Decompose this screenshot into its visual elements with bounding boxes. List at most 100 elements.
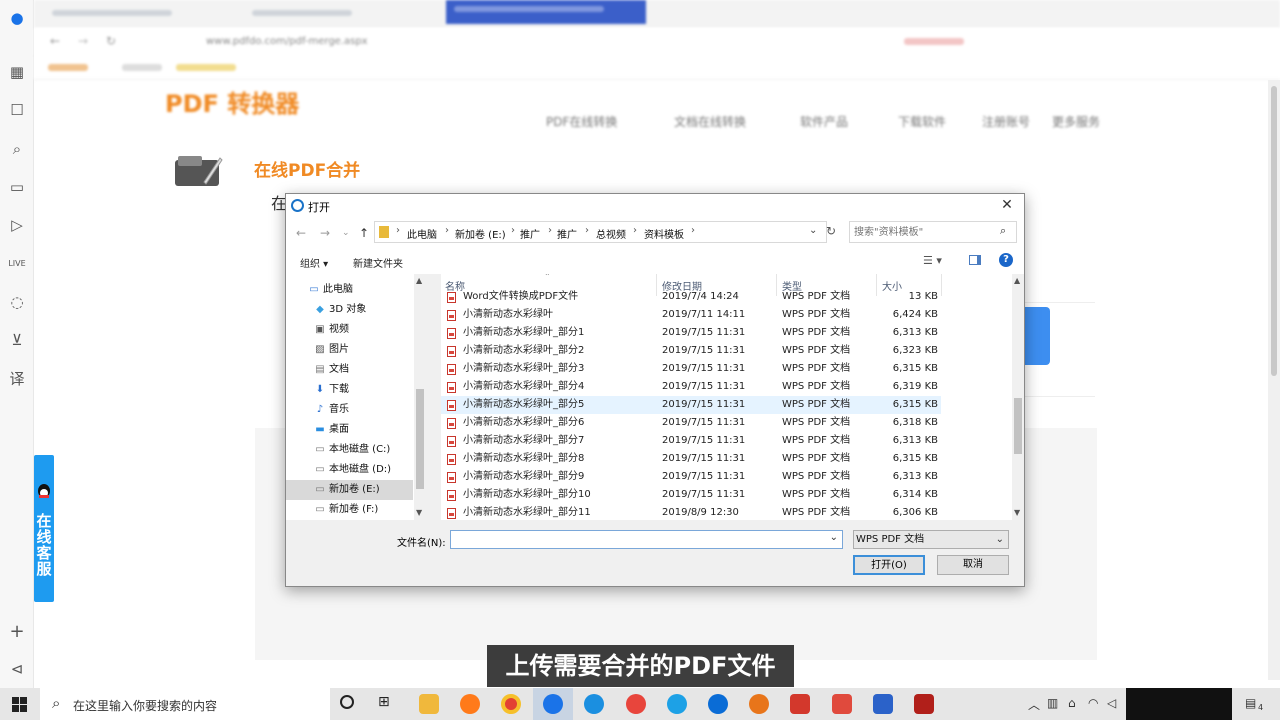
chat-icon[interactable]: ◌ — [7, 292, 27, 312]
file-list-scrollbar[interactable]: ▲ ▼ — [1012, 274, 1024, 520]
file-row[interactable]: 小清新动态水彩绿叶_部分6 2019/7/15 11:31 WPS PDF 文档 6,… — [441, 414, 941, 432]
file-row[interactable]: 小清新动态水彩绿叶_部分7 2019/7/15 11:31 WPS PDF 文档 6,… — [441, 432, 941, 450]
file-row[interactable]: 小清新动态水彩绿叶_部分9 2019/7/15 11:31 WPS PDF 文档 6,… — [441, 468, 941, 486]
app-icon[interactable] — [749, 694, 769, 714]
taskbar-search[interactable]: ⌕ 在这里输入你要搜索的内容 — [40, 688, 330, 720]
tree-item-drive-c[interactable]: ▭ 本地磁盘 (C:) — [286, 440, 413, 460]
add-icon[interactable]: + — [7, 622, 27, 642]
browser-app-icon[interactable] — [543, 694, 563, 714]
breadcrumb-item[interactable]: 资料模板 — [644, 226, 684, 241]
scroll-down-icon[interactable]: ▼ — [416, 508, 422, 517]
apps-icon[interactable]: ▦ — [7, 62, 27, 82]
filename-field[interactable]: ⌄ — [450, 530, 843, 549]
site-nav-item[interactable]: 注册账号 — [982, 113, 1030, 130]
wps-icon[interactable] — [790, 694, 810, 714]
video-play-icon[interactable]: ▷ — [7, 215, 27, 235]
tree-item-videos[interactable]: ▣ 视频 — [286, 320, 413, 340]
site-nav-item[interactable]: 下载软件 — [898, 113, 946, 130]
cart-icon[interactable]: ⊻ — [7, 330, 27, 350]
tree-item-downloads[interactable]: ⬇ 下载 — [286, 380, 413, 400]
cancel-button[interactable]: 取消 — [937, 555, 1009, 575]
edge-icon[interactable] — [708, 694, 728, 714]
tree-item-drive-d[interactable]: ▭ 本地磁盘 (D:) — [286, 460, 413, 480]
filename-input[interactable] — [451, 531, 821, 548]
file-row[interactable]: 小清新动态水彩绿叶_部分2 2019/7/15 11:31 WPS PDF 文档 6,… — [441, 342, 941, 360]
online-service-panel[interactable]: 在线客服 — [34, 455, 54, 602]
help-icon[interactable]: ? — [999, 253, 1013, 267]
tray-app-icon[interactable]: ▥ — [1047, 696, 1058, 710]
tree-item-documents[interactable]: ▤ 文档 — [286, 360, 413, 380]
refresh-icon[interactable]: ↻ — [106, 34, 116, 48]
file-explorer-icon[interactable] — [419, 694, 439, 714]
site-nav-item[interactable]: PDF在线转换 — [546, 113, 617, 130]
scroll-up-icon[interactable]: ▲ — [416, 276, 422, 285]
file-row[interactable]: 小清新动态水彩绿叶_部分10 2019/7/15 11:31 WPS PDF 文档 6… — [441, 486, 941, 504]
search-icon[interactable]: ⌕ — [7, 139, 27, 159]
ie-icon[interactable] — [667, 694, 687, 714]
notification-icon[interactable]: ▤ — [1245, 696, 1256, 710]
tree-item-3d-objects[interactable]: ◆ 3D 对象 — [286, 300, 413, 320]
volume-icon[interactable]: ◁ — [1107, 696, 1116, 710]
windows-start-icon[interactable] — [12, 697, 27, 712]
pdf-app-icon[interactable] — [832, 694, 852, 714]
refresh-icon[interactable]: ↻ — [826, 224, 836, 238]
organize-button[interactable]: 组织 ▾ — [300, 255, 328, 270]
url-text[interactable]: www.pdfdo.com/pdf-merge.aspx — [206, 36, 368, 47]
site-logo[interactable]: PDF 转换器 — [165, 84, 299, 119]
scroll-up-icon[interactable]: ▲ — [1014, 276, 1020, 285]
path-dropdown-icon[interactable]: ⌄ — [809, 225, 817, 236]
dialog-titlebar[interactable]: 打开 ✕ — [286, 194, 1024, 218]
collection-icon[interactable]: ☐ — [7, 100, 27, 120]
chrome-icon[interactable] — [501, 694, 521, 714]
cortana-icon[interactable] — [340, 695, 354, 709]
filetype-select[interactable]: WPS PDF 文档 ⌄ — [853, 530, 1009, 549]
file-row[interactable]: 小清新动态水彩绿叶_部分11 2019/8/9 12:30 WPS PDF 文档 6,… — [441, 504, 941, 520]
site-nav-item[interactable]: 更多服务 — [1052, 113, 1100, 130]
file-row[interactable]: 小清新动态水彩绿叶 2019/7/11 14:11 WPS PDF 文档 6,424 … — [441, 306, 941, 324]
breadcrumb-item[interactable]: 新加卷 (E:) — [455, 226, 506, 241]
clock-area[interactable] — [1126, 688, 1232, 720]
tree-item-pictures[interactable]: ▨ 图片 — [286, 340, 413, 360]
scroll-down-icon[interactable]: ▼ — [1014, 508, 1020, 517]
close-icon[interactable]: ✕ — [998, 196, 1016, 214]
collapse-icon[interactable]: ⊲ — [7, 659, 27, 679]
view-options-icon[interactable]: ☰ ▾ — [923, 254, 942, 267]
breadcrumb-item[interactable]: 推广 — [520, 226, 540, 241]
live-icon[interactable]: LIVE — [7, 254, 27, 274]
tree-item-desktop[interactable]: ▬ 桌面 — [286, 420, 413, 440]
address-bar[interactable]: ← → ↻ www.pdfdo.com/pdf-merge.aspx — [34, 28, 1280, 56]
acrobat-icon[interactable] — [914, 694, 934, 714]
file-row[interactable]: 小清新动态水彩绿叶_部分3 2019/7/15 11:31 WPS PDF 文档 6,… — [441, 360, 941, 378]
preview-pane-icon[interactable] — [969, 255, 981, 265]
back-arrow-icon[interactable]: ← — [296, 226, 306, 240]
translate-icon[interactable]: 译 — [7, 369, 27, 389]
file-row[interactable]: Word文件转换成PDF文件 2019/7/4 14:24 WPS PDF 文档 13… — [441, 288, 941, 306]
back-icon[interactable]: ← — [50, 34, 60, 48]
open-button[interactable]: 打开(O) — [853, 555, 925, 575]
recent-dropdown-icon[interactable]: ⌄ — [342, 228, 350, 238]
tree-item-drive-f[interactable]: ▭ 新加卷 (F:) — [286, 500, 413, 520]
tree-item-this-pc[interactable]: ▭ 此电脑 — [286, 280, 413, 300]
breadcrumb-item[interactable]: 此电脑 — [407, 226, 437, 241]
file-row[interactable]: 小清新动态水彩绿叶_部分4 2019/7/15 11:31 WPS PDF 文档 6,… — [441, 378, 941, 396]
browser-tab[interactable] — [44, 4, 234, 24]
firefox-icon[interactable] — [460, 694, 480, 714]
tree-item-music[interactable]: ♪ 音乐 — [286, 400, 413, 420]
site-nav-item[interactable]: 软件产品 — [800, 113, 848, 130]
task-view-icon[interactable]: ⊞ — [378, 694, 390, 710]
up-arrow-icon[interactable]: ↑ — [359, 226, 369, 240]
network-icon[interactable]: ⌂ — [1068, 696, 1076, 710]
site-nav-item[interactable]: 文档在线转换 — [674, 113, 746, 130]
file-row[interactable]: 小清新动态水彩绿叶_部分5 2019/7/15 11:31 WPS PDF 文档 6,… — [441, 396, 941, 414]
new-folder-button[interactable]: 新建文件夹 — [353, 255, 403, 270]
breadcrumb-item[interactable]: 推广 — [557, 226, 577, 241]
tree-item-drive-e[interactable]: ▭ 新加卷 (E:) — [286, 480, 413, 500]
file-row[interactable]: 小清新动态水彩绿叶_部分1 2019/7/15 11:31 WPS PDF 文档 6,… — [441, 324, 941, 342]
app-icon[interactable] — [626, 694, 646, 714]
tree-scroll-thumb[interactable] — [416, 389, 424, 489]
filename-dropdown-icon[interactable]: ⌄ — [830, 532, 838, 543]
browser-logo-icon[interactable]: ● — [7, 8, 27, 28]
upload-button-edge[interactable] — [1025, 307, 1050, 365]
app-icon[interactable] — [584, 694, 604, 714]
wifi-icon[interactable]: ◠ — [1088, 696, 1098, 710]
